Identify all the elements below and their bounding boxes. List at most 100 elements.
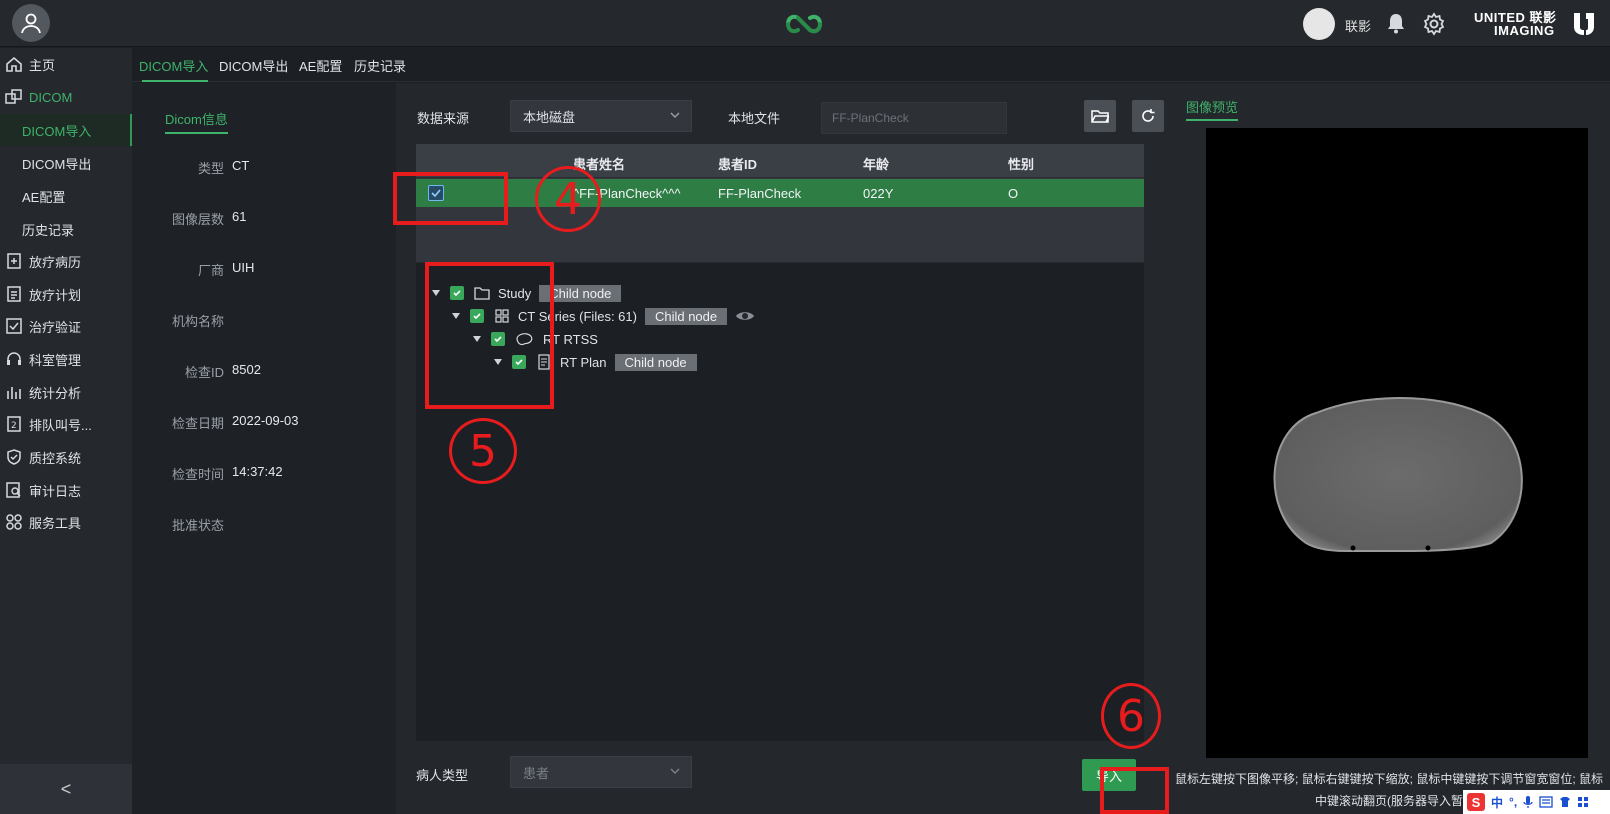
sidebar-item-label: 质控系统 (29, 450, 82, 466)
ime-mode: 中 (1491, 795, 1504, 810)
sidebar-item-queue[interactable]: 2 排队叫号... (0, 408, 132, 440)
info-row-exam-date: 检查日期 2022-09-03 (132, 413, 396, 433)
sidebar-item-label: 排队叫号... (29, 417, 92, 433)
cell-patient-id: FF-PlanCheck (718, 186, 802, 201)
ime-toolbar[interactable]: S 中 °, (1463, 790, 1610, 814)
sidebar-item-medical-record[interactable]: 放疗病历 (0, 245, 132, 277)
microphone-icon (1523, 796, 1533, 808)
local-file-placeholder: FF-PlanCheck (832, 111, 909, 125)
local-file-label: 本地文件 (728, 111, 781, 126)
open-folder-button[interactable] (1084, 100, 1116, 132)
sidebar-item-qc[interactable]: 质控系统 (0, 441, 132, 473)
data-source-label: 数据来源 (417, 111, 470, 126)
sidebar-item-label: 放疗计划 (29, 287, 82, 303)
info-value: 8502 (232, 362, 261, 377)
folder-open-icon (1091, 110, 1109, 123)
chart-icon (7, 387, 21, 399)
sidebar-item-label: 服务工具 (29, 515, 82, 531)
tab-history[interactable]: 历史记录 (354, 56, 406, 75)
sidebar-item-home[interactable]: 主页 (0, 48, 132, 80)
gear-icon[interactable] (1422, 12, 1446, 36)
tab-dicom-import[interactable]: DICOM导入 (139, 56, 208, 75)
col-age: 年龄 (863, 157, 890, 172)
sidebar-item-dicom-import[interactable]: DICOM导入 (0, 114, 132, 146)
eye-icon[interactable] (735, 308, 755, 324)
sidebar-item-label: 统计分析 (29, 385, 82, 401)
sidebar-item-label: 主页 (29, 57, 56, 73)
sidebar-item-department[interactable]: 科室管理 (0, 343, 132, 375)
image-preview-header: 图像预览 (1186, 97, 1239, 121)
shield-icon (7, 449, 21, 465)
sidebar-item-plan[interactable]: 放疗计划 (0, 278, 132, 310)
shirt-icon (1560, 797, 1571, 807)
patient-type-placeholder: 患者 (523, 765, 550, 781)
refresh-icon (1142, 109, 1155, 122)
dicom-icon (5, 89, 22, 104)
info-key: 机构名称 (171, 314, 224, 329)
annotation-box-tree (425, 262, 554, 409)
audit-icon (6, 482, 21, 498)
child-node-tag: Child node (644, 307, 728, 325)
tab-dicom-export[interactable]: DICOM导出 (219, 56, 288, 75)
ct-slice-image (1273, 397, 1523, 552)
info-value: 2022-09-03 (232, 413, 299, 428)
refresh-button[interactable] (1132, 100, 1164, 132)
sidebar-item-dicom-export[interactable]: DICOM导出 (0, 147, 132, 179)
bell-icon[interactable] (1385, 12, 1407, 34)
ime-logo-icon: S (1467, 793, 1485, 811)
sidebar-item-label: 审计日志 (29, 483, 82, 499)
ct-image-viewport[interactable] (1206, 128, 1588, 758)
sidebar-item-label: 放疗病历 (29, 254, 82, 270)
tab-ae-config[interactable]: AE配置 (299, 56, 342, 75)
annotation-circle-5: 5 (449, 418, 517, 484)
top-bar: 联影 UNITED 联影 IMAGING (0, 0, 1610, 47)
sidebar-item-tools[interactable]: 服务工具 (0, 506, 132, 538)
home-icon (6, 56, 22, 72)
patient-type-select[interactable]: 患者 (510, 756, 692, 788)
info-value: 14:37:42 (232, 464, 283, 479)
annotation-box-checkbox (393, 172, 508, 225)
child-node-tag: Child node (614, 353, 697, 371)
info-row-exam-time: 检查时间 14:37:42 (132, 464, 396, 484)
image-preview-panel: 图像预览 鼠标左键按下图像平移; 鼠标右键键按下缩放; 鼠标中键键按下调节窗宽窗… (1164, 83, 1610, 814)
dicom-info-header: Dicom信息 (165, 109, 228, 134)
info-key: 图像层数 (171, 212, 224, 227)
tree-node-label: RT Plan (560, 354, 607, 370)
patient-type-label: 病人类型 (416, 768, 469, 783)
cell-age: 022Y (863, 186, 894, 201)
sidebar-item-dicom[interactable]: DICOM (0, 81, 132, 113)
user-avatar[interactable] (1303, 8, 1335, 40)
info-key: 检查ID (184, 365, 224, 380)
sidebar-item-ae-config[interactable]: AE配置 (0, 180, 132, 212)
username: 联影 (1345, 19, 1372, 34)
sidebar-item-verify[interactable]: 治疗验证 (0, 310, 132, 342)
info-key: 检查日期 (171, 416, 224, 431)
sidebar-collapse-button[interactable]: < (0, 764, 132, 814)
info-key: 检查时间 (171, 467, 224, 482)
queue-icon: 2 (7, 416, 21, 432)
annotation-box-import (1100, 767, 1169, 814)
info-key: 批准状态 (171, 518, 224, 533)
info-value: CT (232, 158, 250, 173)
sidebar-item-history[interactable]: 历史记录 (0, 213, 132, 245)
sidebar-item-label: 科室管理 (29, 352, 82, 368)
info-key: 类型 (197, 161, 224, 176)
svg-text:2: 2 (11, 421, 17, 431)
data-source-select[interactable]: 本地磁盘 (510, 100, 692, 132)
sidebar-item-label: DICOM导入 (22, 123, 92, 139)
sidebar-item-audit[interactable]: 审计日志 (0, 474, 132, 506)
sidebar-item-label: 治疗验证 (29, 319, 82, 335)
sidebar-item-statistics[interactable]: 统计分析 (0, 376, 132, 408)
headset-icon (7, 352, 21, 365)
info-row-institution: 机构名称 (132, 311, 396, 331)
user-avatar-icon[interactable] (12, 4, 50, 42)
info-key: 厂商 (197, 263, 224, 278)
table-row[interactable]: ^FF-PlanCheck^^^ FF-PlanCheck 022Y O (416, 179, 1144, 207)
dicom-info-panel: Dicom信息 类型 CT 图像层数 61 厂商 UIH 机构名称 检查ID 8502 … (132, 83, 396, 814)
info-row-type: 类型 CT (132, 158, 396, 178)
tab-bar: DICOM导入 DICOM导出 AE配置 历史记录 (132, 48, 1610, 82)
chevron-left-icon: < (60, 778, 72, 799)
sidebar-item-label: DICOM导出 (22, 156, 92, 172)
local-file-input[interactable]: FF-PlanCheck (821, 102, 1007, 134)
info-value: UIH (232, 260, 255, 275)
